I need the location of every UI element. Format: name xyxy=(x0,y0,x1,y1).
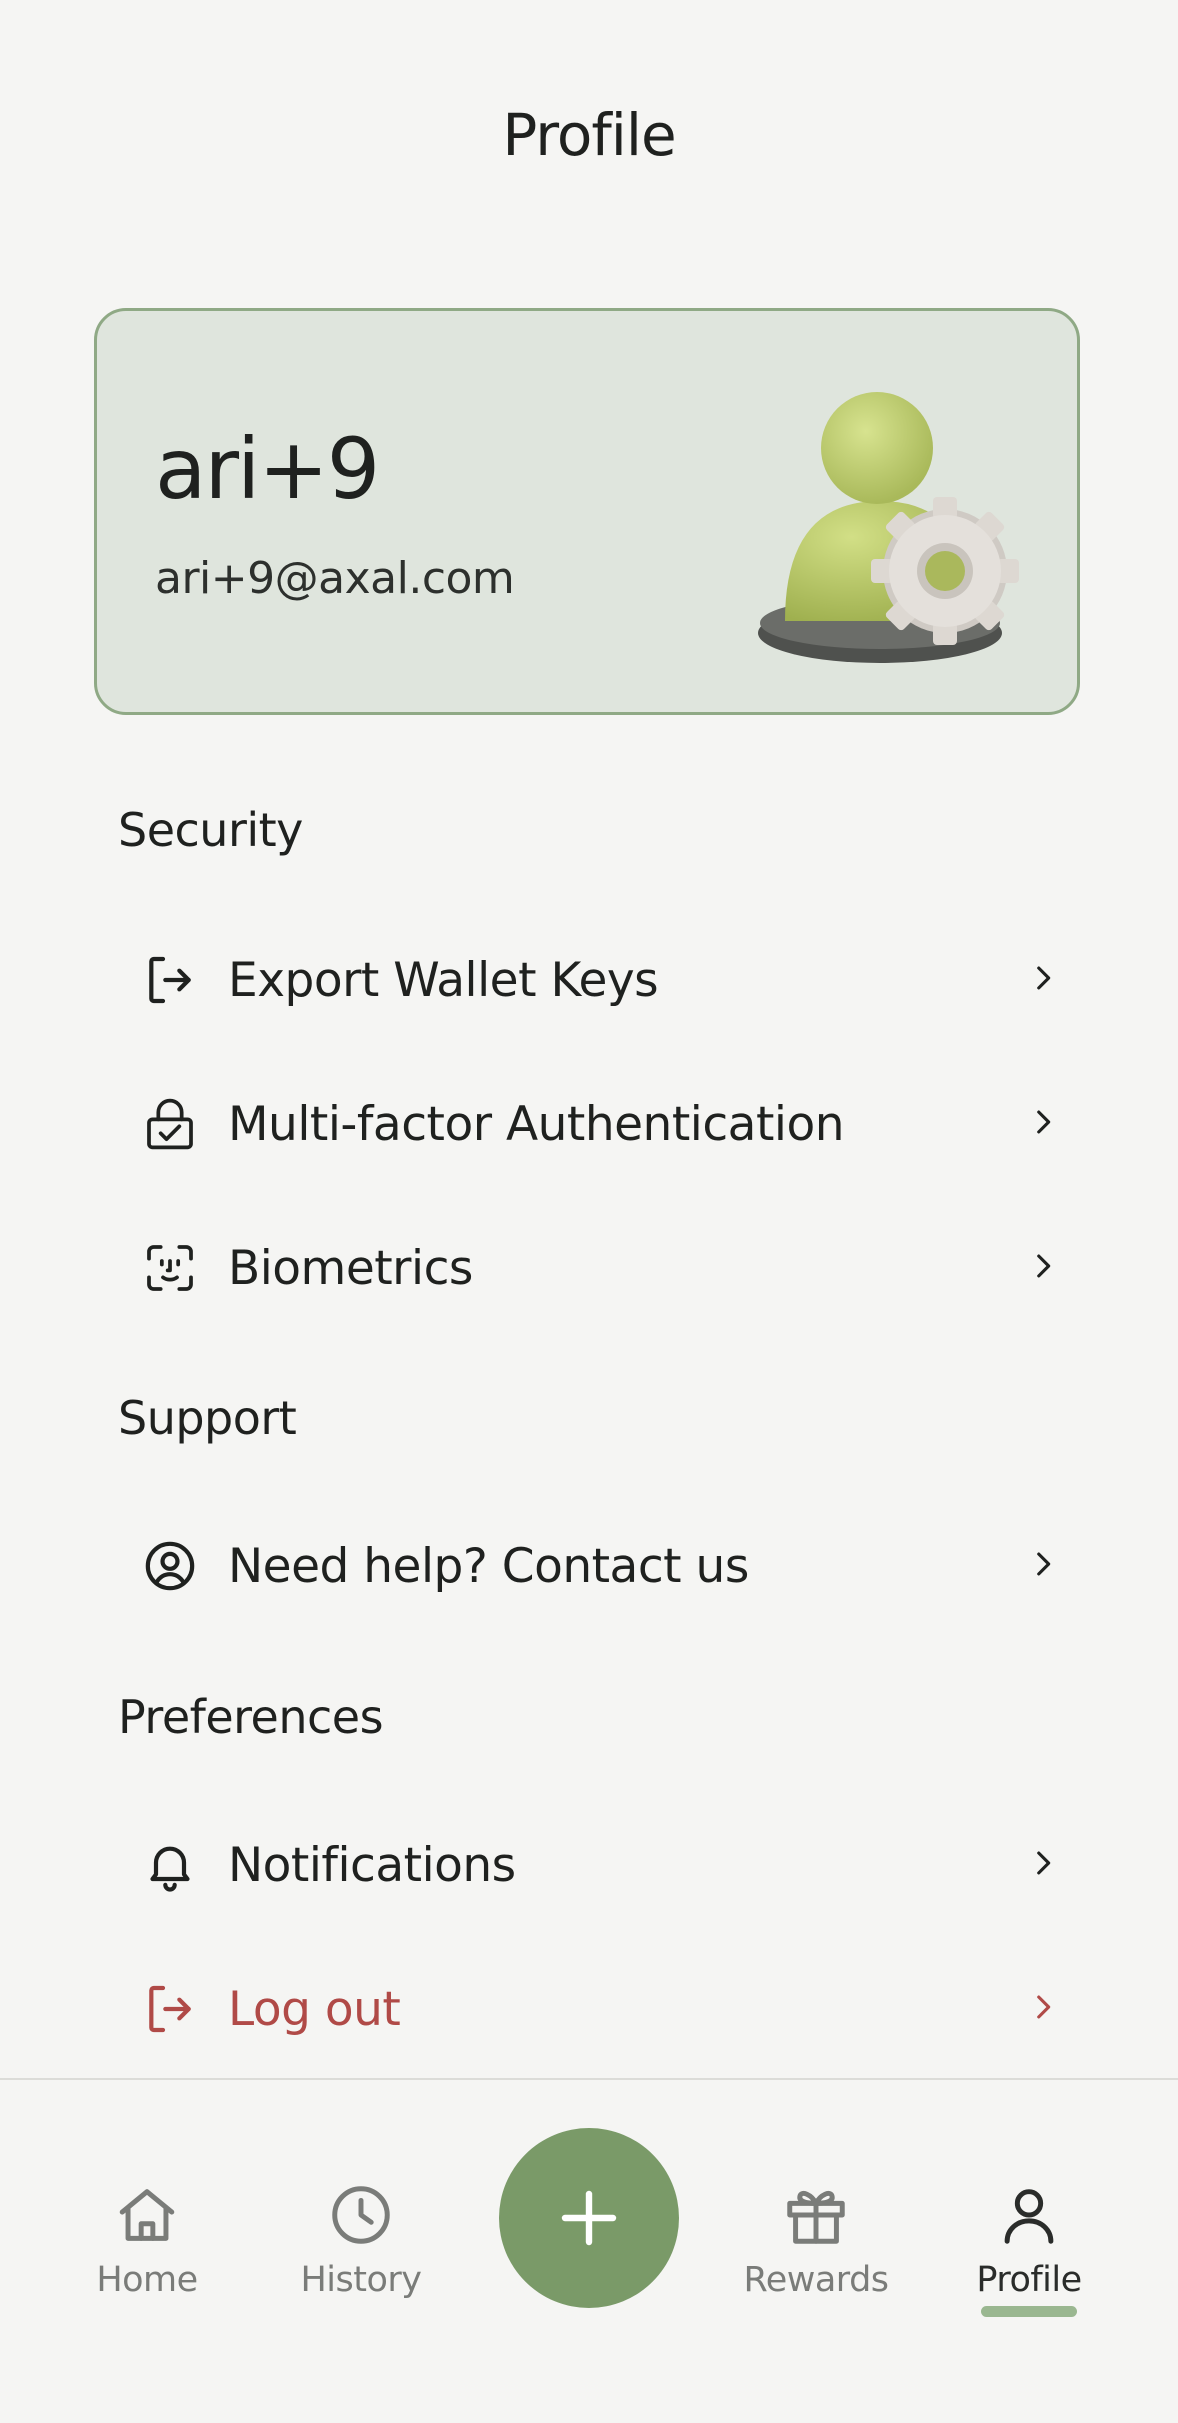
biometrics-label: Biometrics xyxy=(228,1240,473,1296)
biometrics-row[interactable]: Biometrics xyxy=(118,1213,1060,1323)
tab-profile[interactable]: Profile xyxy=(929,2180,1129,2317)
chevron-right-icon xyxy=(1026,1846,1060,1884)
lock-check-icon xyxy=(118,1096,228,1152)
export-wallet-keys-label: Export Wallet Keys xyxy=(228,952,659,1008)
section-title-security: Security xyxy=(118,803,303,857)
clock-icon xyxy=(332,2186,390,2244)
gift-icon xyxy=(787,2190,845,2244)
section-title-support: Support xyxy=(118,1391,297,1445)
chevron-right-icon xyxy=(1026,1105,1060,1143)
tab-history-label: History xyxy=(300,2260,422,2300)
user-email: ari+9@axal.com xyxy=(155,553,515,604)
export-wallet-keys-row[interactable]: Export Wallet Keys xyxy=(118,925,1060,1035)
section-title-preferences: Preferences xyxy=(118,1690,384,1744)
chevron-right-icon xyxy=(1026,1990,1060,2028)
plus-icon xyxy=(561,2190,617,2246)
chevron-right-icon xyxy=(1026,961,1060,999)
chevron-right-icon xyxy=(1026,1249,1060,1287)
profile-settings-illustration xyxy=(758,392,1019,663)
tab-home-label: Home xyxy=(96,2260,198,2300)
export-icon xyxy=(118,952,228,1008)
user-name: ari+9 xyxy=(155,420,380,518)
tab-home[interactable]: Home xyxy=(47,2180,247,2300)
notifications-row[interactable]: Notifications xyxy=(118,1810,1060,1920)
log-out-row[interactable]: Log out xyxy=(118,1954,1060,2064)
profile-card: ari+9 ari+9@axal.com xyxy=(94,308,1080,715)
tab-history[interactable]: History xyxy=(261,2180,461,2300)
add-button[interactable] xyxy=(499,2128,679,2308)
multi-factor-authentication-row[interactable]: Multi-factor Authentication xyxy=(118,1069,1060,1179)
chevron-right-icon xyxy=(1026,1547,1060,1585)
bell-icon xyxy=(118,1837,228,1893)
logout-icon xyxy=(118,1981,228,2037)
active-tab-indicator xyxy=(981,2306,1077,2317)
home-icon xyxy=(119,2189,175,2241)
tab-profile-label: Profile xyxy=(976,2260,1082,2300)
page-title: Profile xyxy=(502,101,676,169)
tab-rewards[interactable]: Rewards xyxy=(716,2180,916,2300)
face-id-icon xyxy=(118,1240,228,1296)
contact-us-label: Need help? Contact us xyxy=(228,1538,749,1594)
tab-rewards-label: Rewards xyxy=(743,2260,889,2300)
notifications-label: Notifications xyxy=(228,1837,516,1893)
multi-factor-authentication-label: Multi-factor Authentication xyxy=(228,1096,845,1152)
contact-us-row[interactable]: Need help? Contact us xyxy=(118,1511,1060,1621)
user-circle-icon xyxy=(118,1538,228,1594)
user-icon xyxy=(1004,2189,1054,2244)
log-out-label: Log out xyxy=(228,1981,401,2037)
